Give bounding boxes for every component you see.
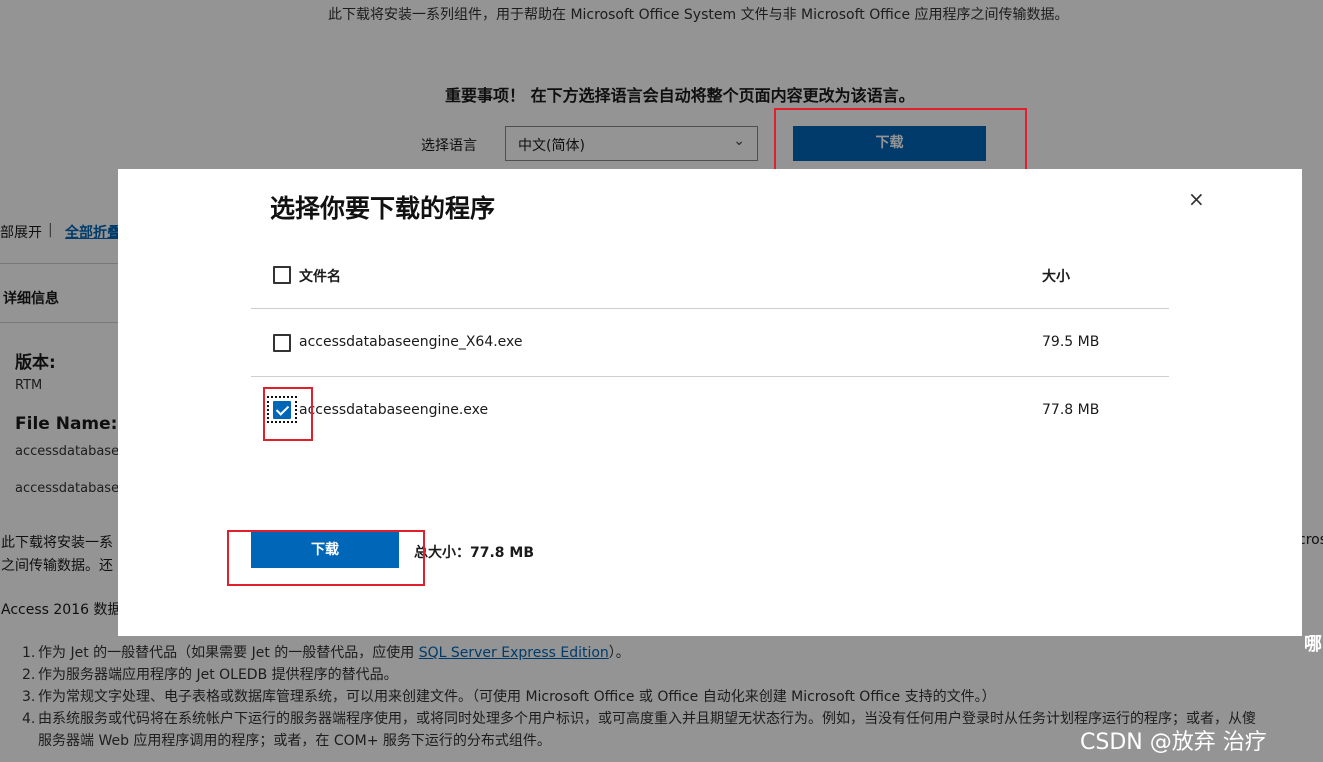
dialog-title: 选择你要下载的程序 — [270, 194, 496, 223]
total-size-value: 77.8 MB — [470, 545, 535, 561]
file-size: 79.5 MB — [1042, 334, 1100, 350]
select-all-checkbox[interactable] — [273, 266, 291, 284]
file-name: accessdatabaseengine.exe — [299, 402, 489, 418]
file-size: 77.8 MB — [1042, 402, 1100, 418]
edge-text: 哪 — [1304, 634, 1322, 655]
column-header-filename: 文件名 — [299, 269, 341, 285]
highlight-box — [774, 108, 1027, 174]
divider — [251, 308, 1169, 309]
highlight-box — [227, 530, 425, 586]
column-header-size: 大小 — [1042, 269, 1070, 285]
close-icon[interactable]: × — [1188, 187, 1205, 211]
watermark: CSDN @放弃 治疗 — [1080, 730, 1267, 755]
highlight-box — [263, 387, 313, 441]
total-size: 总大小：77.8 MB — [414, 542, 534, 562]
file-name: accessdatabaseengine_X64.exe — [299, 334, 523, 350]
file-checkbox[interactable] — [273, 334, 291, 352]
divider — [251, 376, 1169, 377]
